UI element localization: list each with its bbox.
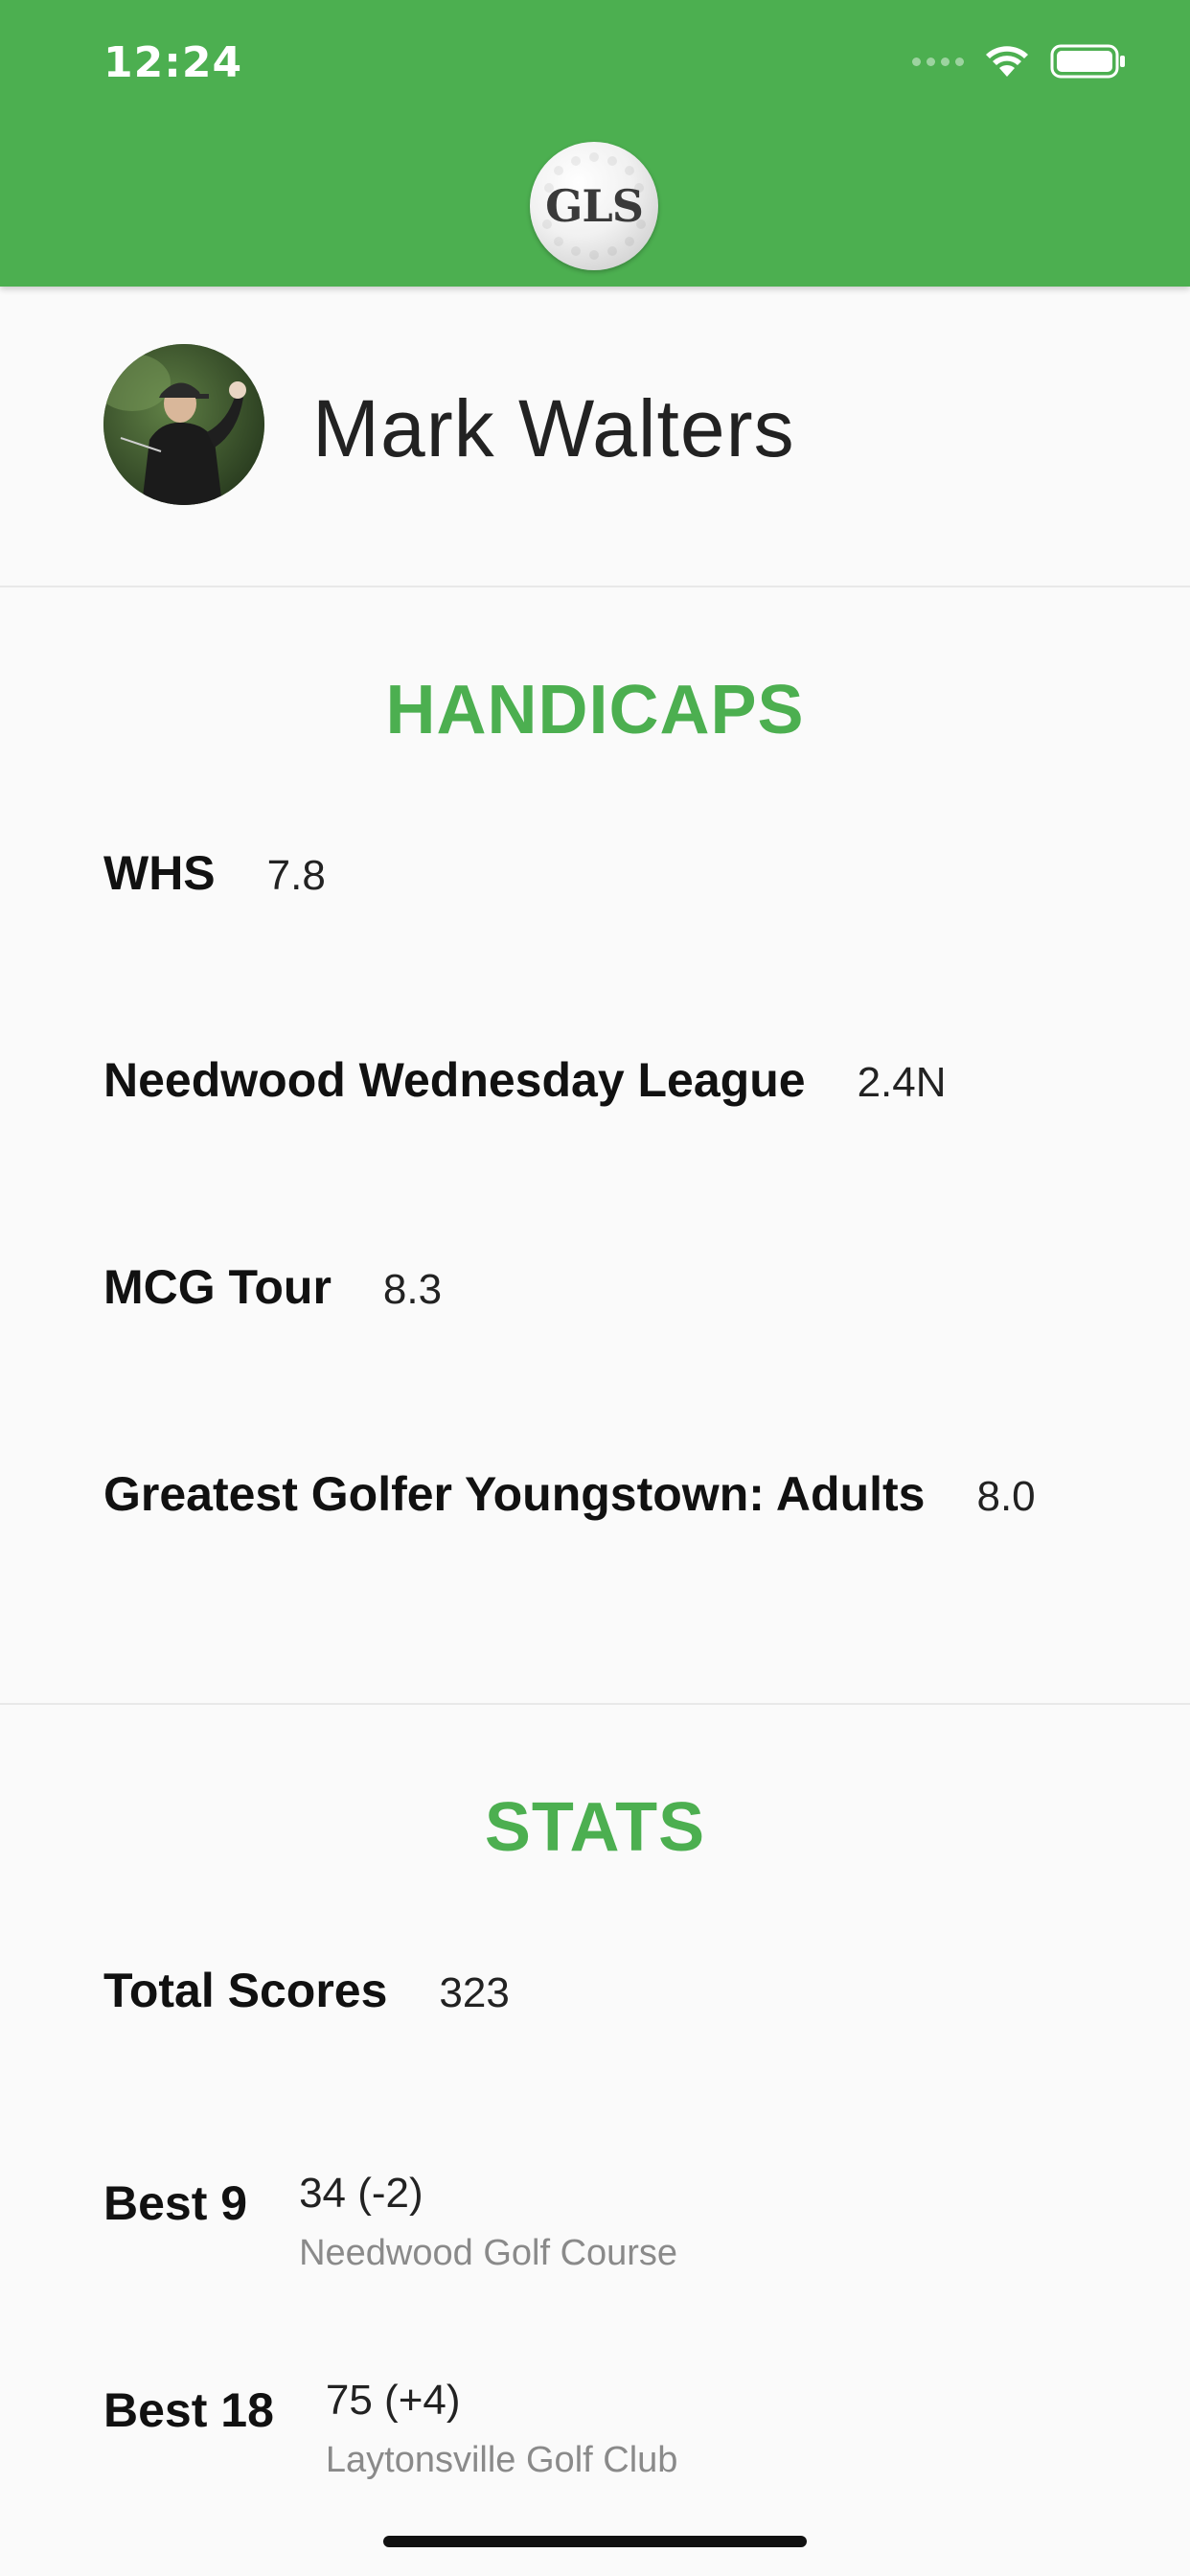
cellular-signal-icon [912,57,964,66]
handicap-label: MCG Tour [103,1260,332,1314]
battery-icon [1050,44,1125,79]
wifi-icon [986,46,1028,77]
handicaps-title: HANDICAPS [385,672,805,748]
app-header: 12:24 GLS [0,0,1190,287]
stat-value-group: 34 (-2) Needwood Golf Course [299,2170,677,2274]
stat-value: 34 (-2) [299,2170,423,2217]
stat-value: 75 (+4) [325,2377,461,2424]
stat-label: Total Scores [103,1964,388,2017]
stat-value: 323 [439,1969,510,2016]
stat-value-group: 75 (+4) Laytonsville Golf Club [326,2377,678,2481]
handicap-value: 8.0 [976,1473,1036,1520]
handicap-value: 7.8 [266,852,326,899]
logo-text: GLS [545,180,644,232]
gls-logo: GLS [530,142,658,270]
handicap-label: WHS [103,846,216,900]
handicap-label: Greatest Golfer Youngstown: Adults [103,1467,926,1521]
profile-section: Mark Walters [0,287,1190,587]
handicap-value: 8.3 [382,1266,443,1313]
handicap-row[interactable]: MCG Tour 8.3 [103,1259,442,1315]
handicap-value: 2.4N [857,1059,947,1106]
avatar[interactable] [103,344,264,505]
handicap-row[interactable]: WHS 7.8 [103,845,326,901]
stat-course: Laytonsville Golf Club [325,2440,678,2480]
stat-course: Needwood Golf Course [299,2233,678,2273]
section-divider [0,1703,1190,1705]
status-time: 12:24 [103,38,243,87]
profile-name: Mark Walters [312,383,795,473]
stats-title: STATS [484,1789,706,1866]
stat-label: Best 9 [103,2176,248,2230]
status-icons [912,44,1127,79]
golfer-photo [103,344,264,505]
stat-row[interactable]: Best 9 34 (-2) Needwood Golf Course [103,2170,677,2274]
home-indicator[interactable] [383,2536,807,2547]
stat-row[interactable]: Total Scores 323 [103,1963,510,2018]
stat-row[interactable]: Best 18 75 (+4) Laytonsville Golf Club [103,2377,677,2481]
handicap-row[interactable]: Needwood Wednesday League 2.4N [103,1052,947,1108]
handicap-label: Needwood Wednesday League [103,1053,806,1107]
handicap-row[interactable]: Greatest Golfer Youngstown: Adults 8.0 [103,1466,1036,1522]
stat-label: Best 18 [103,2383,274,2437]
